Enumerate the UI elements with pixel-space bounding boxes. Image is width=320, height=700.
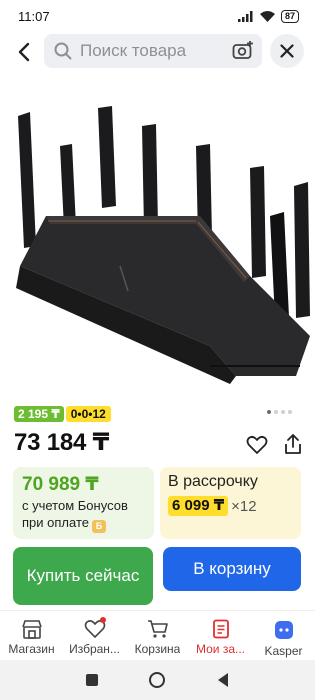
share-icon[interactable] — [282, 433, 304, 455]
status-time: 11:07 — [18, 8, 50, 24]
bonus-note: с учетом Бонусов при оплате — [22, 498, 128, 530]
installment-monthly: 6 099 ₸ — [168, 496, 229, 516]
signal-icon — [237, 10, 253, 22]
nav-label-favorites: Избран... — [69, 642, 120, 656]
buy-now-button[interactable]: Купить сейчас — [13, 547, 153, 605]
bottom-navigation: Магазин Избран... Корзина Мои за... Kasp… — [0, 610, 315, 660]
wifi-icon — [259, 10, 275, 22]
system-navigation — [0, 660, 315, 700]
status-bar: 11:07 87 — [0, 0, 315, 32]
pager-dot — [281, 410, 285, 414]
image-pager — [267, 410, 292, 414]
nav-label-cart: Корзина — [134, 642, 181, 656]
nav-shop[interactable]: Магазин — [0, 611, 63, 660]
installment-months: ×12 — [231, 497, 257, 515]
pager-dot — [288, 410, 292, 414]
nav-favorites[interactable]: Избран... — [63, 611, 126, 660]
search-input[interactable]: Поиск товара — [44, 34, 262, 68]
product-price: 73 184 ₸ — [14, 429, 110, 456]
search-placeholder: Поиск товара — [80, 41, 187, 60]
battery-icon: 87 — [280, 9, 299, 23]
nav-label-shop: Магазин — [8, 642, 55, 656]
search-header: Поиск товара — [0, 32, 315, 76]
heart-icon[interactable] — [246, 434, 268, 456]
back-button[interactable] — [12, 40, 36, 64]
add-to-cart-button[interactable]: В корзину — [163, 547, 301, 591]
kaspi-assistant-icon — [274, 621, 293, 639]
recents-icon[interactable] — [85, 673, 99, 687]
product-image[interactable] — [0, 76, 315, 396]
bonus-coin-icon: Б — [91, 520, 106, 533]
nav-kasper[interactable]: Kasper — [252, 611, 315, 660]
nav-label-kasper: Kasper — [264, 644, 303, 658]
shop-icon — [21, 620, 42, 639]
installment-card[interactable]: В рассрочку 6 099 ₸ ×12 — [160, 467, 301, 539]
bonus-price-card[interactable]: 70 989 ₸ с учетом Бонусов при оплате Б — [13, 467, 154, 539]
close-button[interactable] — [270, 34, 304, 68]
pager-dot — [274, 410, 278, 414]
home-icon[interactable] — [148, 671, 166, 689]
nav-orders[interactable]: Мои за... — [189, 611, 252, 660]
installment-badge: 0•0•12 — [65, 406, 111, 422]
notification-dot — [100, 617, 106, 623]
nav-label-orders: Мои за... — [195, 642, 246, 656]
bonus-price: 70 989 ₸ — [22, 474, 99, 495]
search-icon — [54, 42, 72, 60]
pager-dot-active — [267, 410, 271, 414]
chevron-left-icon — [18, 42, 30, 62]
close-icon — [280, 44, 294, 58]
nav-cart[interactable]: Корзина — [126, 611, 189, 660]
router-illustration — [16, 106, 310, 384]
back-triangle-icon[interactable] — [216, 672, 230, 688]
camera-search-icon[interactable] — [232, 41, 254, 61]
cart-icon — [147, 620, 168, 638]
price-badges: 2 195 ₸ 0•0•12 — [14, 406, 111, 422]
bonus-note-wrap: с учетом Бонусов при оплате Б — [22, 497, 145, 533]
installment-row: 6 099 ₸ ×12 — [168, 496, 293, 516]
orders-icon — [212, 619, 229, 639]
bonus-badge: 2 195 ₸ — [14, 406, 64, 422]
status-icons: 87 — [237, 9, 299, 23]
installment-title: В рассрочку — [168, 473, 258, 490]
